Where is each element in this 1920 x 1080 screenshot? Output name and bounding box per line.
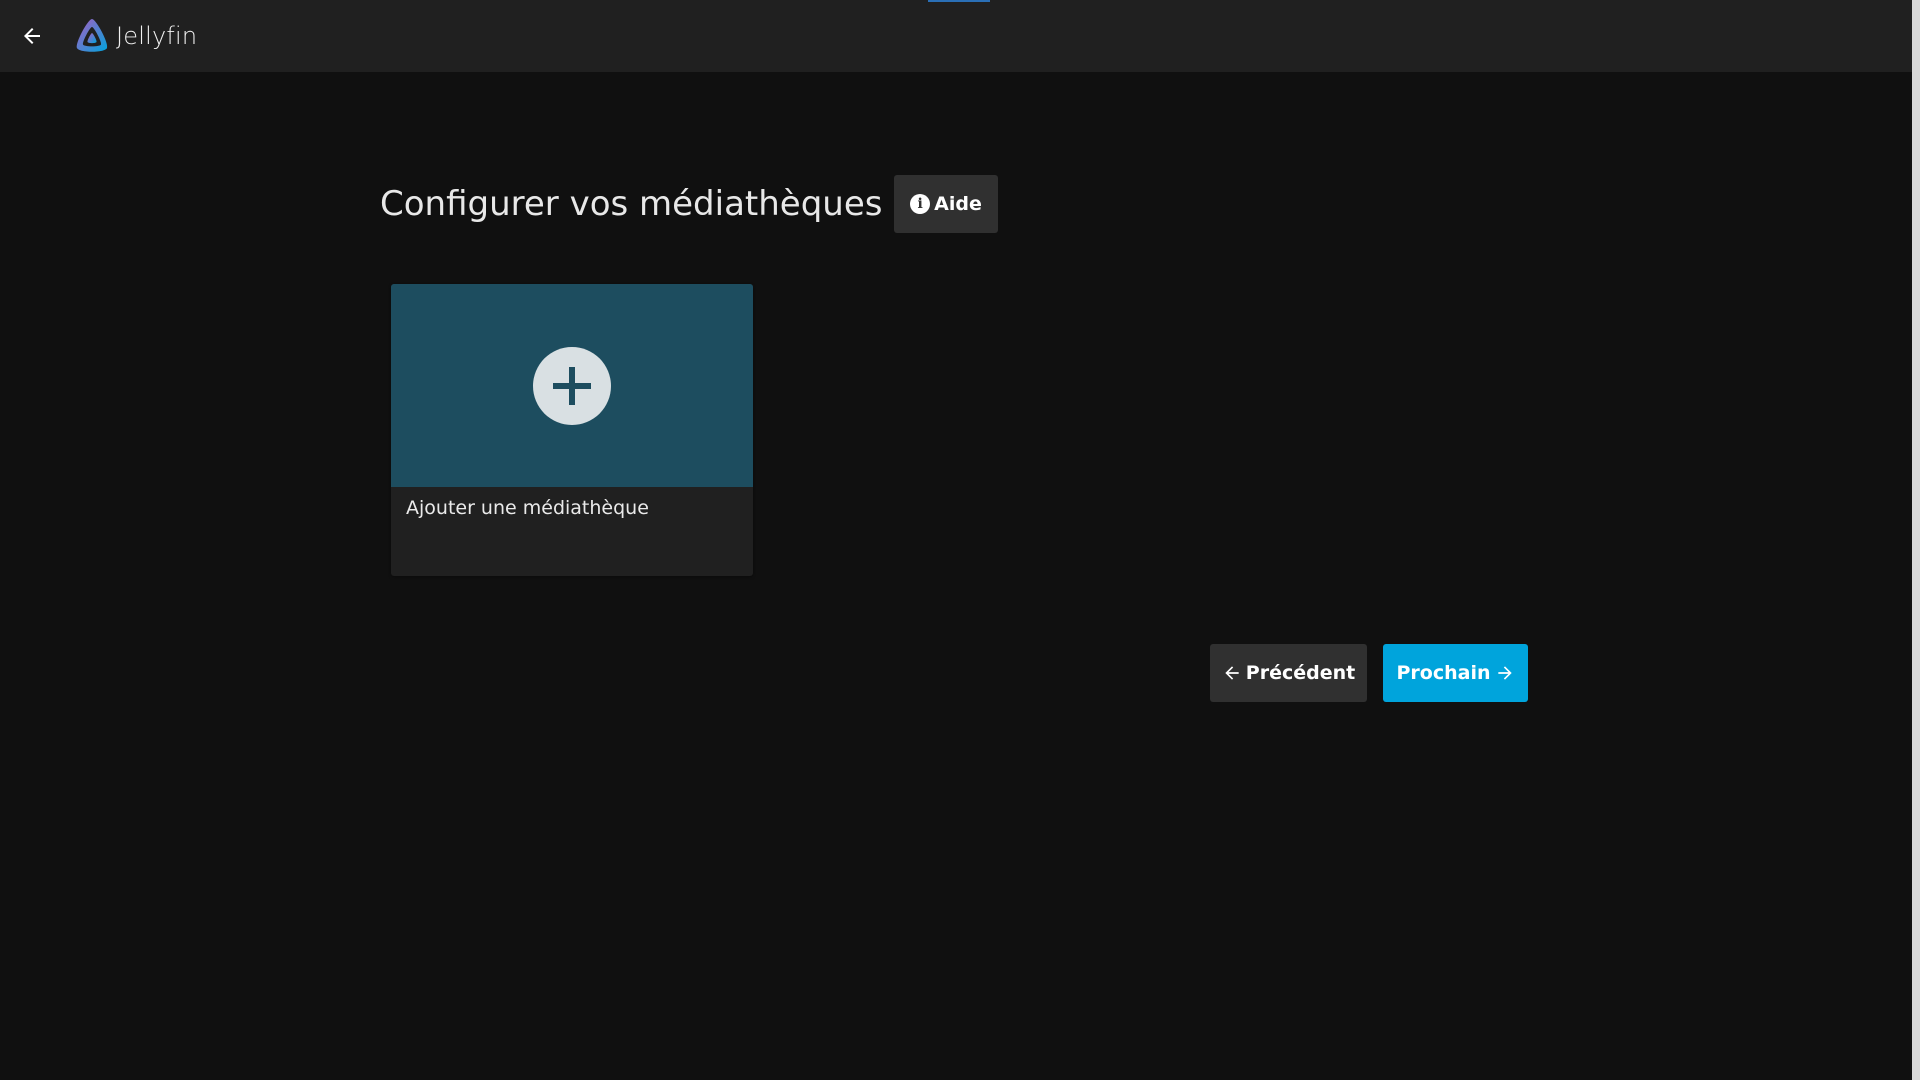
scrollbar[interactable] <box>1912 0 1920 1080</box>
previous-button[interactable]: Précédent <box>1210 644 1367 702</box>
next-button[interactable]: Prochain <box>1383 644 1528 702</box>
page-title: Configurer vos médiathèques <box>380 184 883 224</box>
plus-icon <box>553 366 591 405</box>
add-library-label: Ajouter une médiathèque <box>406 497 649 519</box>
add-library-card[interactable]: Ajouter une médiathèque <box>391 284 753 576</box>
header-bar: Jellyfin <box>0 0 1912 72</box>
back-button[interactable] <box>14 18 50 54</box>
help-button[interactable]: i Aide <box>894 175 998 233</box>
previous-button-label: Précédent <box>1245 662 1356 684</box>
add-library-card-image <box>391 284 753 487</box>
help-button-label: Aide <box>934 193 982 215</box>
add-library-button[interactable] <box>533 346 611 425</box>
arrow-left-icon <box>1225 666 1239 680</box>
app-logo[interactable]: Jellyfin <box>72 16 197 56</box>
loading-indicator <box>928 0 990 2</box>
app-name: Jellyfin <box>116 22 198 50</box>
arrow-right-icon <box>1497 666 1512 680</box>
jellyfin-logo-icon <box>76 19 108 52</box>
next-button-label: Prochain <box>1396 662 1491 684</box>
app-root: Jellyfin Configurer vos médiathèques i A… <box>0 0 1920 1080</box>
arrow-left-icon <box>24 28 40 44</box>
info-icon: i <box>910 194 931 214</box>
